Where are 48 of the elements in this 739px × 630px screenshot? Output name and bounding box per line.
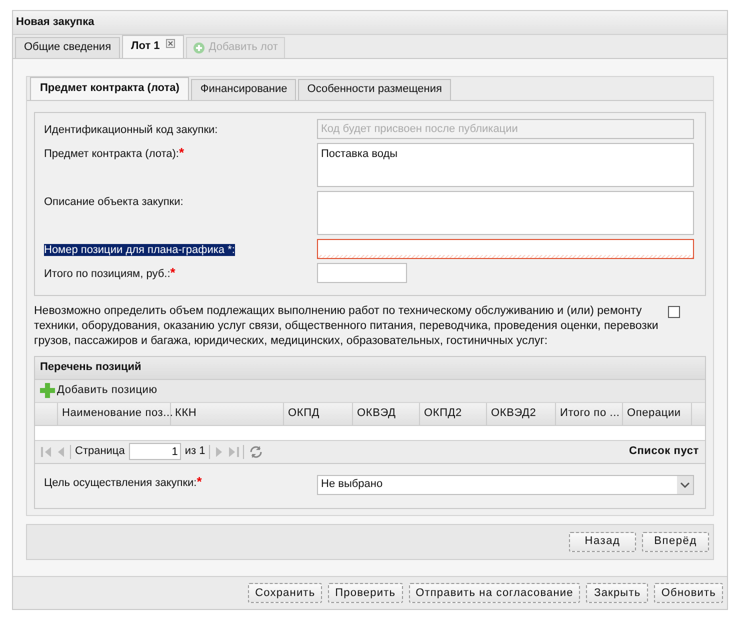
tab[interactable]: Особенности размещения xyxy=(298,78,451,100)
column-header[interactable]: Итого по ... xyxy=(556,402,623,425)
previous-page-icon[interactable] xyxy=(56,446,66,458)
text-area[interactable]: Поставка воды xyxy=(317,142,694,187)
field-label: Итого по позициям, руб.:* xyxy=(44,268,176,280)
page-field[interactable]: 1 xyxy=(128,443,181,460)
page-label: Страница xyxy=(75,444,125,460)
dropdown[interactable]: Не выбрано xyxy=(317,474,694,495)
input-field[interactable] xyxy=(317,262,407,283)
grid-title: Перечень позиций xyxy=(35,356,705,380)
input-field[interactable] xyxy=(317,238,694,259)
notice-text: Невозможно определить объем подлежащих выполнению работ по техническому обслуживанию и (или) ремонту техники, оборудования, оказанию услуг связи, общественного питания, переводчика, проведения оценки, перевозки грузов, пассажиров и багажа, юридических, медицинских, образовательных, гостиничных услуг: xyxy=(34,304,660,349)
button[interactable]: Вперёд xyxy=(642,532,709,552)
column-header[interactable]: Операции xyxy=(623,402,692,425)
tab[interactable]: Лот 1 xyxy=(122,34,184,58)
column-header[interactable]: ОКПД2 xyxy=(420,402,487,425)
button[interactable]: Сохранить xyxy=(248,582,322,603)
caret-icon[interactable] xyxy=(677,476,693,494)
column-header[interactable]: ОКПД xyxy=(284,402,353,425)
refresh-icon[interactable] xyxy=(248,444,264,459)
field-label: Номер позиции для плана-графика *: xyxy=(44,244,235,256)
last-page-icon[interactable] xyxy=(228,446,240,458)
page-count: из 1 xyxy=(184,444,206,460)
tab[interactable]: Предмет контракта (лота) xyxy=(30,76,190,100)
plus-icon[interactable] xyxy=(40,383,55,398)
column-header[interactable]: ОКВЭД xyxy=(353,402,420,425)
window-title: Новая закупка xyxy=(13,11,727,35)
status-text: Список пуст xyxy=(628,444,699,460)
button[interactable]: Обновить xyxy=(654,582,723,603)
add-position-button[interactable]: Добавить позицию xyxy=(40,382,158,399)
field-label: Описание объекта закупки: xyxy=(44,196,184,208)
next-page-icon[interactable] xyxy=(214,446,224,458)
tab[interactable]: Общие сведения xyxy=(15,36,120,58)
checkbox[interactable] xyxy=(668,306,680,318)
text-area[interactable] xyxy=(317,190,694,235)
button[interactable]: Проверить xyxy=(328,582,403,603)
button[interactable]: Отправить на согласование xyxy=(408,582,580,603)
button[interactable]: Закрыть xyxy=(586,582,648,603)
tab[interactable]: Финансирование xyxy=(191,78,296,100)
column-header[interactable]: ОКВЭД2 xyxy=(487,402,556,425)
field-label: Цель осуществления закупки:* xyxy=(44,476,202,489)
field-label: Предмет контракта (лота):* xyxy=(44,148,184,160)
first-page-icon[interactable] xyxy=(41,446,52,458)
button[interactable]: Назад xyxy=(569,532,636,552)
close-icon[interactable] xyxy=(166,38,175,48)
column-header[interactable]: ККН xyxy=(171,402,284,425)
field-label: Идентификационный код закупки: xyxy=(44,124,218,136)
column-header[interactable]: Наименование поз... xyxy=(58,402,171,425)
